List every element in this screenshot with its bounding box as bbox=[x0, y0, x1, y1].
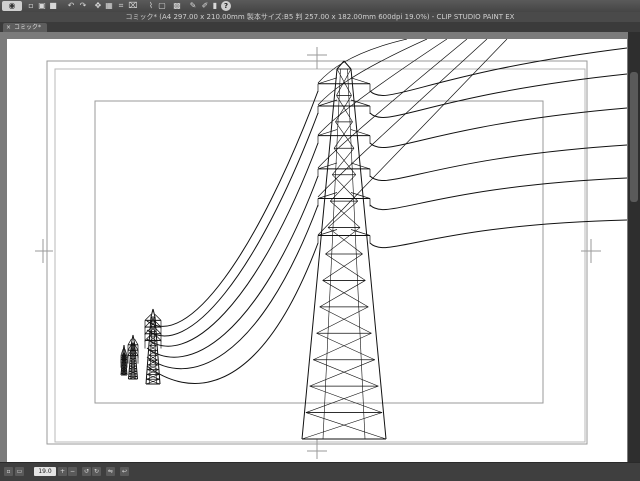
select-icon[interactable]: ⌧ bbox=[128, 1, 138, 11]
title-bar: コミック* (A4 297.00 x 210.00mm 製本サイズ:B5 判 2… bbox=[0, 12, 640, 22]
cut-icon[interactable]: ▦ bbox=[104, 1, 114, 11]
clear-icon[interactable]: ▢ bbox=[157, 1, 167, 11]
flip-icon[interactable]: ⇋ bbox=[106, 467, 115, 476]
pen-icon[interactable]: ✎ bbox=[188, 1, 198, 11]
pylon-far-3 bbox=[120, 344, 128, 376]
open-file-icon[interactable]: ▣ bbox=[37, 1, 47, 11]
fill-icon[interactable]: ▩ bbox=[172, 1, 182, 11]
undo-icon[interactable]: ↶ bbox=[66, 1, 76, 11]
zoom-field[interactable]: 19.0 bbox=[34, 467, 56, 476]
status-bar: ▫ ▭ 19.0 + − ↺ ↻ ⇋ ↩ bbox=[0, 462, 640, 481]
fit-icon[interactable]: ▭ bbox=[15, 467, 24, 476]
rotate-left-icon[interactable]: ↺ bbox=[82, 467, 91, 476]
rotate-right-icon[interactable]: ↻ bbox=[92, 467, 101, 476]
eye-icon[interactable]: ◉ bbox=[2, 1, 22, 11]
canvas-area[interactable] bbox=[0, 32, 628, 462]
transform-icon[interactable]: ✥ bbox=[93, 1, 103, 11]
pylon-far-2 bbox=[127, 334, 139, 380]
window-title: コミック* (A4 297.00 x 210.00mm 製本サイズ:B5 判 2… bbox=[125, 13, 515, 21]
redo-icon[interactable]: ↷ bbox=[78, 1, 88, 11]
marker-icon[interactable]: ▮ bbox=[210, 1, 220, 11]
navigator-icon[interactable]: ▫ bbox=[4, 467, 13, 476]
close-icon[interactable]: × bbox=[6, 24, 11, 31]
scroll-thumb[interactable] bbox=[630, 72, 638, 202]
tab-label: コミック* bbox=[14, 24, 42, 31]
canvas-paper[interactable] bbox=[7, 39, 627, 462]
pylon-far-1 bbox=[144, 308, 162, 385]
pylons bbox=[120, 60, 387, 440]
reset-icon[interactable]: ↩ bbox=[120, 467, 129, 476]
save-icon[interactable]: ■ bbox=[48, 1, 58, 11]
bleed-guide bbox=[46, 60, 588, 445]
tab-comic[interactable]: × コミック* bbox=[3, 23, 48, 32]
artwork-power-lines bbox=[35, 39, 627, 459]
new-file-icon[interactable]: ▫ bbox=[26, 1, 36, 11]
safe-area-guide bbox=[94, 100, 544, 404]
lasso-icon[interactable]: ⌇ bbox=[146, 1, 156, 11]
power-lines bbox=[146, 39, 627, 384]
brush-icon[interactable]: ✐ bbox=[200, 1, 210, 11]
crop-icon[interactable]: ⌗ bbox=[116, 1, 126, 11]
zoom-out-icon[interactable]: − bbox=[68, 467, 77, 476]
document-tab-strip: × コミック* bbox=[0, 22, 640, 32]
vertical-scrollbar[interactable] bbox=[628, 32, 640, 462]
zoom-in-icon[interactable]: + bbox=[58, 467, 67, 476]
help-icon[interactable]: ? bbox=[221, 1, 231, 11]
